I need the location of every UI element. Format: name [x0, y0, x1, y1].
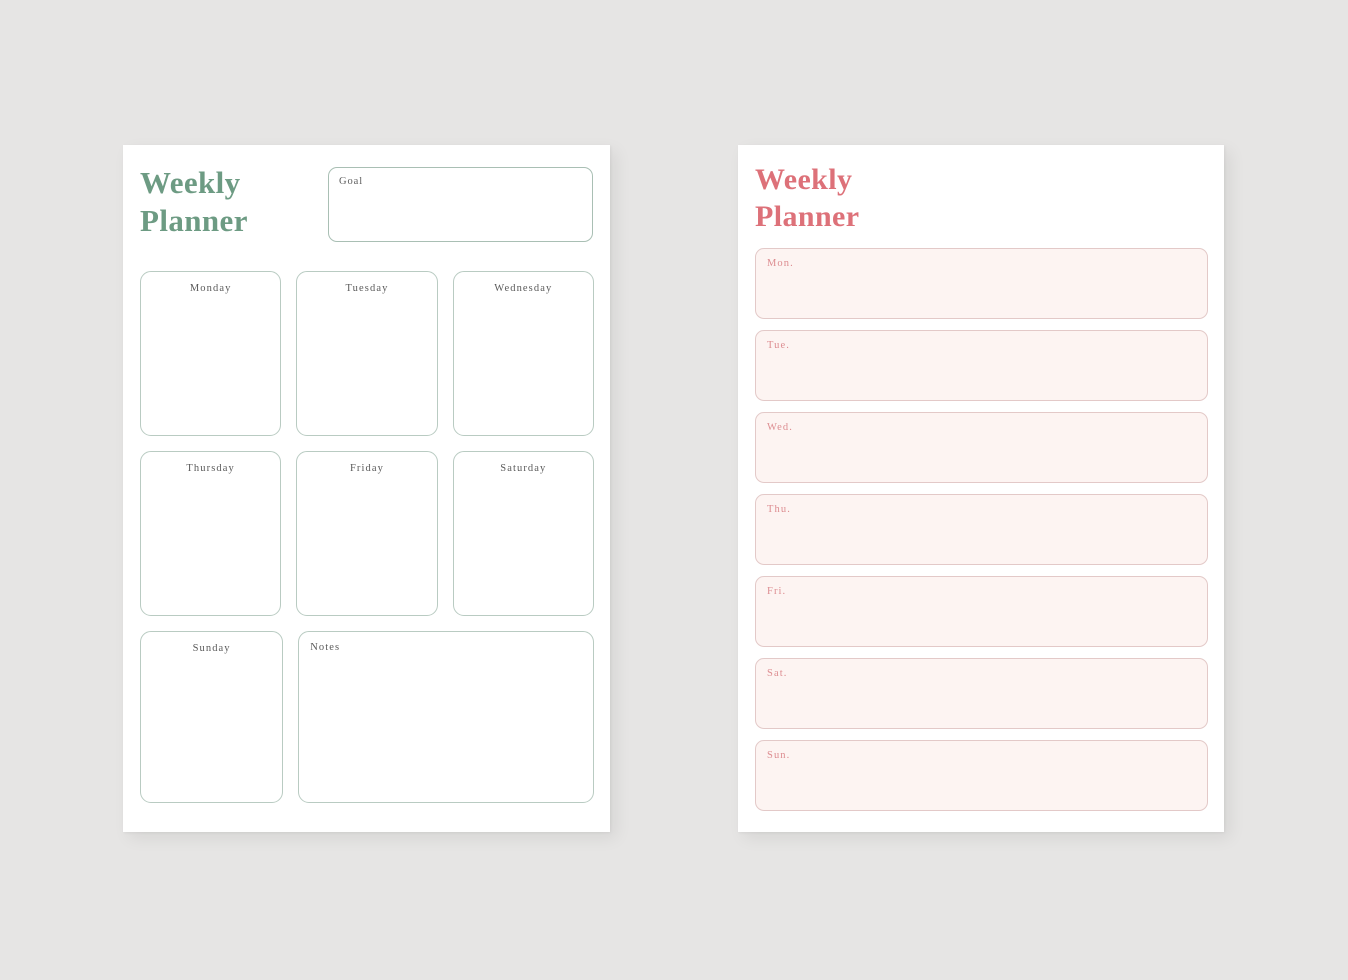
day-label-sat: Sat. — [767, 668, 788, 679]
notes-label: Notes — [310, 642, 341, 653]
day-card-tuesday[interactable]: Tuesday — [296, 271, 438, 436]
day-label-fri: Fri. — [767, 586, 787, 597]
day-card-wednesday[interactable]: Wednesday — [452, 271, 594, 436]
weekly-planner-pink-page: Weekly Planner Mon. Tue. Wed. Thu. Fri. … — [738, 145, 1224, 832]
day-row-mon[interactable]: Mon. — [755, 248, 1208, 319]
day-card-friday[interactable]: Friday — [296, 451, 438, 616]
day-label-thu: Thu. — [767, 504, 791, 515]
day-row-thu[interactable]: Thu. — [755, 494, 1208, 565]
day-label-wed: Wed. — [767, 422, 794, 433]
day-card-monday[interactable]: Monday — [140, 271, 282, 436]
day-label-wednesday: Wednesday — [494, 283, 553, 294]
notes-card[interactable]: Notes — [298, 631, 594, 803]
day-label-saturday: Saturday — [500, 463, 547, 474]
weekly-planner-green-page: Weekly Planner Goal Monday Tuesday Wedne… — [123, 145, 610, 832]
page-title-green: Weekly Planner — [140, 165, 248, 238]
goal-box[interactable]: Goal — [328, 167, 593, 242]
day-row-fri[interactable]: Fri. — [755, 576, 1208, 647]
day-label-tuesday: Tuesday — [345, 283, 389, 294]
day-grid-row-2: Thursday Friday Saturday — [140, 451, 594, 616]
day-label-friday: Friday — [349, 463, 384, 474]
day-card-sunday[interactable]: Sunday — [140, 631, 284, 803]
day-card-thursday[interactable]: Thursday — [140, 451, 282, 616]
goal-label: Goal — [339, 176, 364, 187]
day-grid-row-3: Sunday Notes — [140, 631, 594, 803]
day-row-list: Mon. Tue. Wed. Thu. Fri. Sat. Sun. — [755, 248, 1208, 822]
page-title-pink: Weekly Planner — [755, 163, 860, 233]
planner-canvas: Weekly Planner Goal Monday Tuesday Wedne… — [0, 0, 1348, 980]
day-card-saturday[interactable]: Saturday — [452, 451, 594, 616]
day-label-thursday: Thursday — [186, 463, 235, 474]
day-row-tue[interactable]: Tue. — [755, 330, 1208, 401]
day-label-sun: Sun. — [767, 750, 791, 761]
day-label-sunday: Sunday — [192, 643, 231, 654]
day-grid: Monday Tuesday Wednesday Thursday Friday… — [140, 271, 594, 818]
day-row-sun[interactable]: Sun. — [755, 740, 1208, 811]
day-row-sat[interactable]: Sat. — [755, 658, 1208, 729]
day-grid-row-1: Monday Tuesday Wednesday — [140, 271, 594, 436]
day-label-tue: Tue. — [767, 340, 790, 351]
day-label-mon: Mon. — [767, 258, 794, 269]
day-label-monday: Monday — [189, 283, 232, 294]
day-row-wed[interactable]: Wed. — [755, 412, 1208, 483]
